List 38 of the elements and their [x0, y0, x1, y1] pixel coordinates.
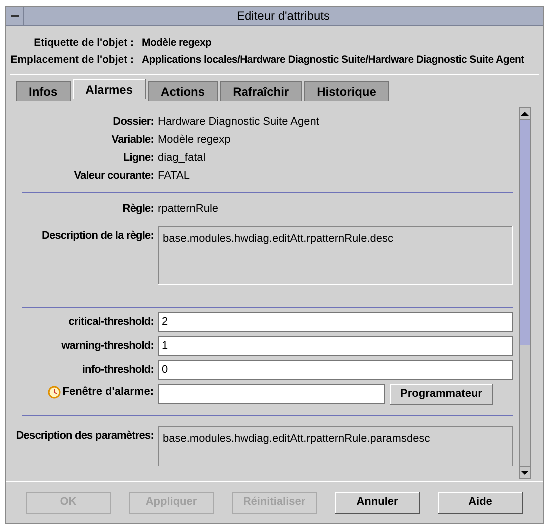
field-value: Hardware Diagnostic Suite Agent	[158, 114, 320, 130]
tab[interactable]: Infos	[16, 81, 71, 101]
field-label: Variable:	[112, 134, 154, 146]
threshold-input[interactable]: 1	[158, 336, 513, 356]
field-value: diag_fatal	[158, 150, 206, 166]
field-label: Description de la règle:	[42, 230, 154, 242]
dialog-button[interactable]: Aide	[438, 492, 523, 514]
field-label: Description des paramètres:	[16, 430, 154, 442]
tab[interactable]: Historique	[304, 81, 390, 101]
params-description-area: base.modules.hwdiag.editAtt.rpatternRule.paramsdesc	[158, 426, 513, 466]
object-value: Modèle regexp	[142, 36, 212, 51]
object-label: Etiquette de l'objet :	[34, 37, 134, 49]
field-value: FATAL	[158, 168, 190, 184]
scheduler-button[interactable]: Programmateur	[390, 384, 493, 405]
field-label: Dossier:	[113, 116, 154, 128]
tab[interactable]: Alarmes	[72, 79, 146, 99]
field-value: Modèle regexp	[158, 132, 231, 148]
clock-icon	[48, 386, 61, 399]
tab[interactable]: Actions	[148, 81, 218, 101]
rule-description-area: base.modules.hwdiag.editAtt.rpatternRule.desc	[158, 226, 513, 285]
dialog-button[interactable]: Annuler	[335, 492, 420, 514]
threshold-input[interactable]: 0	[158, 360, 513, 380]
object-value: Applications locales/Hardware Diagnostic Suite/Hardware Diagnostic Suite Agent	[142, 53, 524, 68]
field-label: critical-threshold:	[68, 316, 154, 328]
scroll-thumb[interactable]	[520, 120, 530, 345]
threshold-input[interactable]: 2	[158, 312, 513, 332]
field-value: rpatternRule	[158, 202, 219, 217]
scrollbar[interactable]	[519, 107, 531, 479]
alarm-window-input[interactable]	[158, 384, 385, 404]
field-label: Valeur courante:	[74, 170, 154, 182]
field-label: Règle:	[122, 202, 154, 215]
window-title: Editeur d'attributs	[236, 8, 331, 25]
field-label: Fenêtre d'alarme:	[62, 385, 154, 400]
object-label: Emplacement de l'objet :	[10, 54, 134, 66]
tab[interactable]: Rafraîchir	[220, 81, 302, 101]
field-label: warning-threshold:	[62, 340, 154, 352]
field-label: info-threshold:	[82, 364, 154, 376]
field-label: Ligne:	[123, 152, 154, 164]
